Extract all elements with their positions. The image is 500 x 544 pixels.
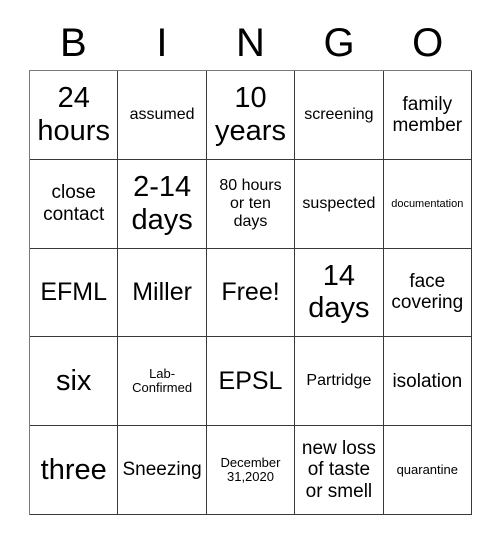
bingo-cell-free-space[interactable]: Free! (206, 248, 296, 338)
bingo-cell-label: Partridge (306, 372, 372, 390)
bingo-cell-label: December 31,2020 (220, 454, 281, 485)
bingo-header-letter-b: B (59, 21, 87, 65)
bingo-cell-i4[interactable]: Lab- Confirmed (118, 337, 207, 427)
bingo-cell-label: three (40, 453, 107, 486)
bingo-cell-i5[interactable]: Sneezing (118, 426, 207, 515)
bingo-cell-label: quarantine (396, 461, 459, 477)
bingo-cell-g1[interactable]: screening (295, 71, 384, 160)
bingo-cell-g5[interactable]: new loss of taste or smell (295, 426, 384, 515)
bingo-cell-label: screening (304, 105, 374, 123)
bingo-cell-label: 24 hours (37, 82, 110, 147)
bingo-cell-label: Sneezing (122, 459, 202, 481)
bingo-cell-label: Miller (132, 278, 192, 307)
bingo-cell-b3[interactable]: EFML (30, 248, 119, 338)
bingo-header-letter-o: O (412, 21, 444, 65)
bingo-cell-label: assumed (129, 105, 195, 123)
bingo-cell-label: EFML (40, 278, 108, 307)
bingo-cell-label: close contact (43, 182, 105, 225)
bingo-cell-o1[interactable]: family member (383, 71, 472, 160)
bingo-header-letter-g: G (323, 21, 355, 65)
bingo-cell-b5[interactable]: three (30, 426, 119, 515)
bingo-cell-label: documentation (391, 197, 464, 210)
bingo-cell-label: six (55, 365, 92, 398)
bingo-cell-o2[interactable]: documentation (383, 159, 472, 249)
bingo-cell-label: face covering (391, 271, 464, 314)
bingo-cell-label: 14 days (308, 260, 370, 325)
bingo-cell-label: Lab- Confirmed (132, 365, 193, 396)
bingo-cell-label: family member (392, 93, 463, 136)
bingo-cell-label: EPSL (218, 367, 283, 396)
bingo-cell-n4[interactable]: EPSL (206, 337, 296, 427)
bingo-cell-label: isolation (392, 370, 463, 392)
bingo-cell-o3[interactable]: face covering (383, 248, 472, 338)
bingo-cell-n2[interactable]: 80 hours or ten days (206, 159, 296, 249)
bingo-header-letter-n: N (236, 21, 265, 65)
bingo-cell-o5[interactable]: quarantine (383, 426, 472, 515)
bingo-cell-label: 10 years (215, 82, 286, 147)
bingo-card: B I N G O 24 hours assumed 10 years scre… (0, 0, 500, 544)
bingo-cell-i3[interactable]: Miller (118, 248, 207, 338)
bingo-cell-b2[interactable]: close contact (30, 159, 119, 249)
bingo-cell-g3[interactable]: 14 days (295, 248, 384, 338)
bingo-cell-i1[interactable]: assumed (118, 71, 207, 160)
bingo-cell-g2[interactable]: suspected (295, 159, 384, 249)
bingo-cell-label: new loss of taste or smell (301, 438, 376, 502)
bingo-cell-i2[interactable]: 2-14 days (118, 159, 207, 249)
bingo-header: B I N G O (29, 16, 472, 70)
bingo-cell-label: suspected (302, 194, 376, 212)
bingo-cell-n5[interactable]: December 31,2020 (206, 426, 296, 515)
bingo-cell-label: 2-14 days (131, 171, 193, 236)
bingo-header-letter-i: I (156, 21, 168, 65)
bingo-cell-g4[interactable]: Partridge (295, 337, 384, 427)
bingo-cell-o4[interactable]: isolation (383, 337, 472, 427)
bingo-cell-label: 80 hours or ten days (219, 176, 282, 230)
bingo-cell-b4[interactable]: six (30, 337, 119, 427)
bingo-grid: 24 hours assumed 10 years screening fami… (29, 70, 472, 515)
bingo-cell-b1[interactable]: 24 hours (30, 71, 119, 160)
bingo-cell-n1[interactable]: 10 years (206, 71, 296, 160)
bingo-cell-label: Free! (221, 278, 280, 307)
